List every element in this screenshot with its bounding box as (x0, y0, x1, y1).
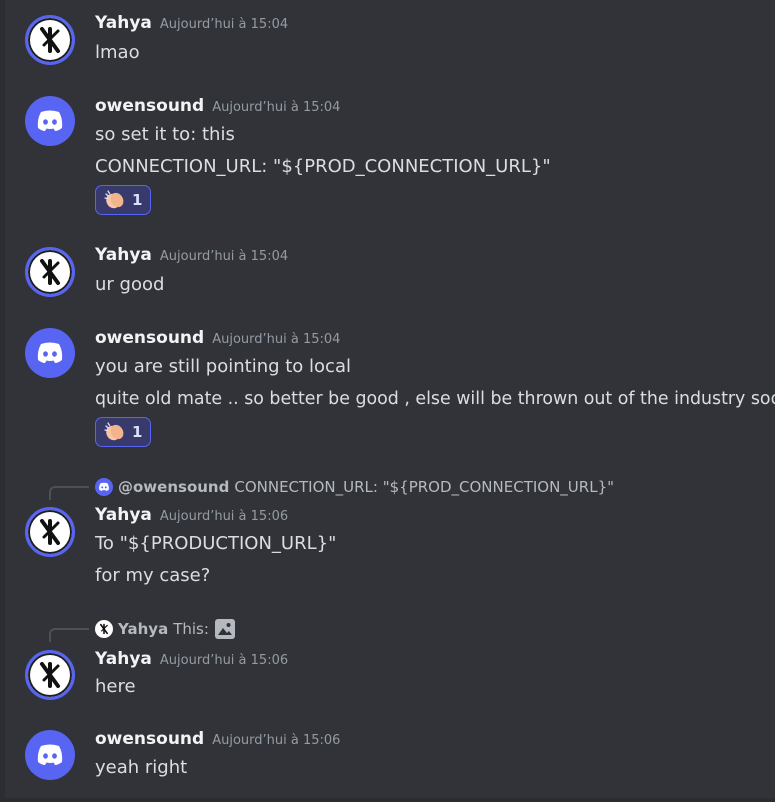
message-text: here (95, 676, 136, 697)
avatar[interactable] (25, 328, 75, 378)
message-text: for my case? (95, 565, 211, 586)
bottom-edge (0, 798, 775, 802)
timestamp: Aujourd’hui à 15:04 (212, 332, 341, 347)
reaction-button[interactable]: 1 (95, 417, 151, 447)
avatar[interactable] (25, 730, 75, 780)
timestamp: Aujourd’hui à 15:06 (212, 733, 341, 748)
message-text: lmao (95, 42, 140, 63)
reply-author[interactable]: Yahya (118, 620, 168, 638)
reaction-count: 1 (132, 191, 143, 209)
timestamp: Aujourd’hui à 15:04 (212, 100, 341, 115)
user-logo-icon (40, 259, 60, 285)
user-logo-icon (40, 519, 60, 545)
username[interactable]: owensound (95, 729, 204, 749)
message-text: yeah right (95, 757, 188, 778)
clapping-hands-icon (104, 190, 124, 209)
avatar[interactable] (25, 507, 75, 557)
message-text: so set it to: this (95, 124, 235, 145)
reaction-button[interactable]: 1 (95, 185, 151, 215)
clapping-hands-icon (104, 422, 124, 441)
user-logo-icon (40, 662, 60, 688)
reply-author[interactable]: @owensound (118, 478, 229, 496)
username[interactable]: Yahya (95, 649, 152, 669)
image-icon (214, 619, 235, 639)
reply-avatar (95, 478, 113, 496)
reply-text: CONNECTION_URL: "${PROD_CONNECTION_URL}" (234, 478, 615, 496)
reaction-count: 1 (132, 423, 143, 441)
timestamp: Aujourd’hui à 15:04 (159, 17, 289, 32)
message-text: ur good (95, 274, 165, 295)
sidebar-edge (0, 0, 5, 802)
reply-reference[interactable]: @owensound CONNECTION_URL: "${PROD_CONNE… (0, 476, 775, 500)
avatar[interactable] (25, 247, 75, 297)
avatar[interactable] (25, 15, 75, 65)
reply-spine (49, 486, 89, 500)
timestamp: Aujourd’hui à 15:06 (159, 509, 289, 524)
timestamp: Aujourd’hui à 15:06 (159, 653, 289, 668)
avatar[interactable] (25, 650, 75, 700)
message-text: CONNECTION_URL: "${PROD_CONNECTION_URL}" (95, 156, 551, 177)
username[interactable]: owensound (95, 328, 204, 348)
reply-avatar (95, 620, 113, 638)
user-logo-icon (40, 27, 60, 53)
message-text: you are still pointing to local (95, 356, 351, 377)
username[interactable]: Yahya (95, 13, 152, 33)
reply-text: This: (173, 620, 209, 638)
reply-spine (49, 628, 89, 642)
username[interactable]: Yahya (95, 245, 152, 265)
message-text: quite old mate .. so better be good , el… (95, 389, 775, 409)
reply-reference[interactable]: Yahya This: (0, 618, 775, 642)
message-text: To "${PRODUCTION_URL}" (95, 533, 337, 554)
username[interactable]: owensound (95, 96, 204, 116)
timestamp: Aujourd’hui à 15:04 (159, 249, 289, 264)
discord-logo-icon (37, 744, 63, 765)
avatar[interactable] (25, 96, 75, 146)
discord-logo-icon (37, 342, 63, 363)
discord-logo-icon (99, 482, 109, 491)
user-logo-icon (100, 623, 108, 635)
username[interactable]: Yahya (95, 505, 152, 525)
discord-logo-icon (37, 110, 63, 131)
